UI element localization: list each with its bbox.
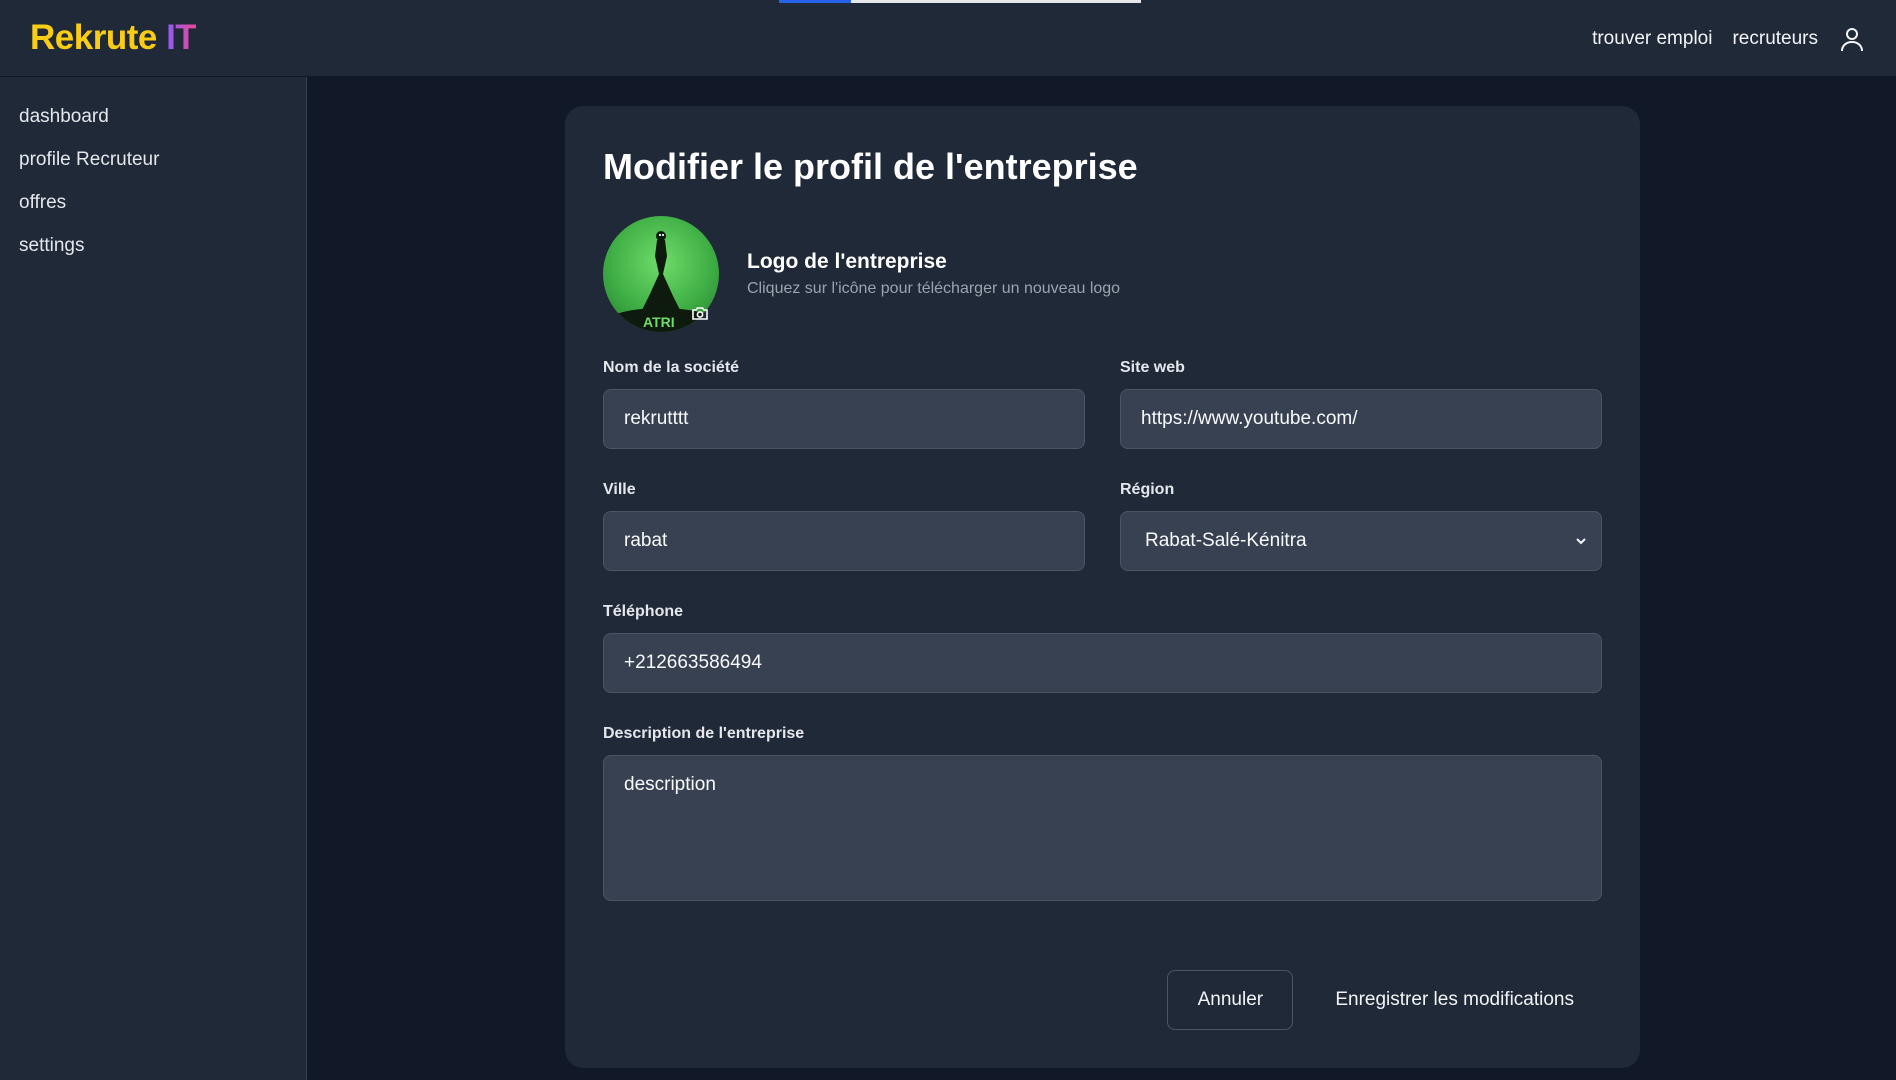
svg-text:ATRI: ATRI (643, 314, 675, 330)
region-select-value: Rabat-Salé-Kénitra (1145, 530, 1307, 551)
logo-section: ATRI Logo de l'entreprise Cliquez sur l'… (603, 216, 1120, 332)
company-name-label: Nom de la société (603, 359, 740, 376)
page-title: Modifier le profil de l'entreprise (603, 146, 1138, 187)
nav-recruiters-link[interactable]: recruteurs (1732, 28, 1818, 50)
cancel-button[interactable]: Annuler (1167, 970, 1294, 1030)
top-loading-bar-fill (779, 0, 852, 3)
sidebar-item-offres[interactable]: offres (0, 181, 306, 224)
sidebar-item-profile-recruteur[interactable]: profile Recruteur (0, 138, 306, 181)
phone-field: Téléphone +212663586494 (603, 603, 1602, 693)
sidebar: dashboard profile Recruteur offres setti… (0, 77, 307, 1080)
brand-name-part1: Rekrute (30, 18, 157, 57)
top-header: Rekrute IT trouver emploi recruteurs (0, 0, 1896, 77)
city-label: Ville (603, 481, 636, 498)
city-field: Ville rabat (603, 481, 1085, 571)
user-icon[interactable] (1838, 25, 1866, 53)
city-input[interactable]: rabat (603, 511, 1085, 571)
edit-company-profile-card: Modifier le profil de l'entreprise ATRI (565, 106, 1640, 1068)
region-label: Région (1120, 481, 1175, 498)
chevron-down-icon (1573, 533, 1589, 549)
website-input[interactable]: https://www.youtube.com/ (1120, 389, 1602, 449)
description-label: Description de l'entreprise (603, 725, 805, 742)
website-label: Site web (1120, 359, 1185, 376)
top-loading-bar (779, 0, 1141, 3)
nav-find-job-link[interactable]: trouver emploi (1592, 28, 1712, 50)
top-nav: trouver emploi recruteurs (1592, 0, 1866, 77)
form-actions: Annuler Enregistrer les modifications (1167, 970, 1602, 1030)
phone-input[interactable]: +212663586494 (603, 633, 1602, 693)
brand-name-part2: IT (166, 18, 197, 57)
company-name-input[interactable]: rekrutttt (603, 389, 1085, 449)
sidebar-item-dashboard[interactable]: dashboard (0, 95, 306, 138)
description-field: Description de l'entreprise description (603, 725, 1602, 901)
region-field: Région Rabat-Salé-Kénitra (1120, 481, 1602, 571)
website-field: Site web https://www.youtube.com/ (1120, 359, 1602, 449)
company-logo-wrapper: ATRI (603, 216, 719, 332)
company-name-field: Nom de la société rekrutttt (603, 359, 1085, 449)
phone-label: Téléphone (603, 603, 684, 620)
brand-logo[interactable]: Rekrute IT (30, 18, 197, 58)
region-select[interactable]: Rabat-Salé-Kénitra (1120, 511, 1602, 571)
logo-heading: Logo de l'entreprise (747, 250, 947, 273)
sidebar-item-settings[interactable]: settings (0, 224, 306, 267)
save-button[interactable]: Enregistrer les modifications (1307, 970, 1602, 1030)
logo-subtitle: Cliquez sur l'icône pour télécharger un … (747, 280, 1121, 297)
description-textarea[interactable]: description (603, 755, 1602, 901)
camera-icon[interactable] (689, 304, 711, 322)
logo-text-block: Logo de l'entreprise Cliquez sur l'icône… (747, 250, 1120, 298)
